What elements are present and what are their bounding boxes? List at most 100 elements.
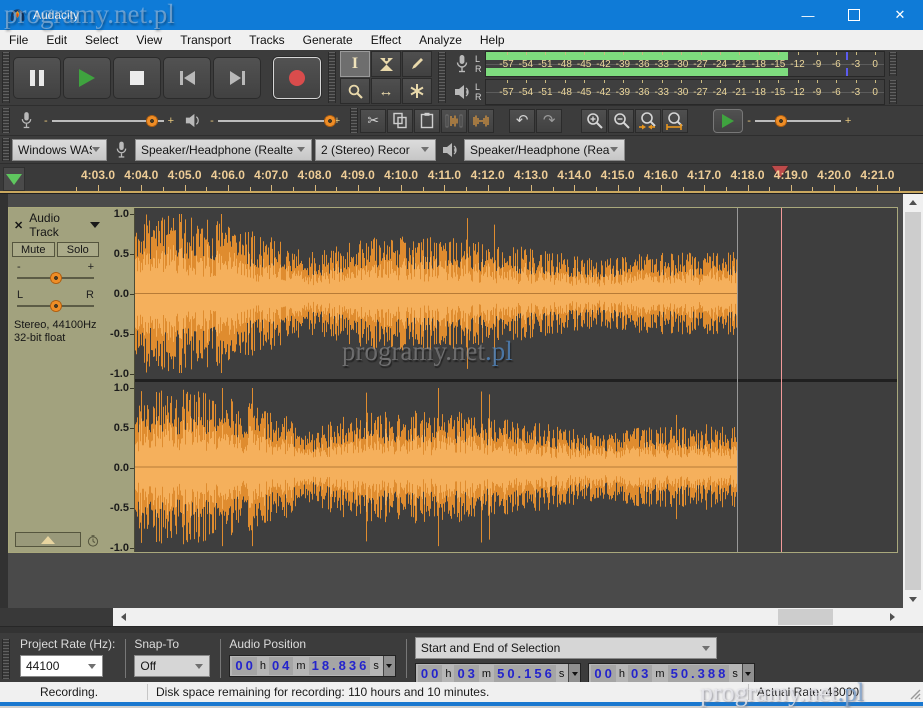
close-button[interactable]: ✕: [877, 0, 923, 30]
horizontal-scrollbar[interactable]: [113, 608, 903, 626]
recording-volume-slider[interactable]: [52, 113, 164, 129]
time-field-dropdown-button[interactable]: [383, 656, 395, 676]
waveform-channel[interactable]: [135, 382, 897, 552]
time-digits[interactable]: 00: [591, 665, 615, 683]
pan-slider[interactable]: L R: [15, 289, 96, 313]
recording-meter-bar[interactable]: -57-54-51-48-45-42-39-36-33-30-27-24-21-…: [485, 51, 885, 77]
time-field-dropdown-button[interactable]: [742, 664, 754, 684]
meter-toolbar-grip[interactable]: [438, 52, 446, 103]
pinned-play-head-button[interactable]: [3, 167, 25, 191]
trim-audio-button[interactable]: [441, 109, 467, 133]
selection-mode-select[interactable]: Start and End of Selection: [415, 637, 717, 659]
menu-item-view[interactable]: View: [127, 30, 171, 50]
time-digits[interactable]: 03: [454, 665, 478, 683]
time-digits[interactable]: 04: [269, 657, 293, 675]
play-button[interactable]: [63, 57, 111, 99]
time-digits[interactable]: 50.156: [494, 665, 556, 683]
resize-grip[interactable]: [909, 688, 921, 700]
menu-item-tracks[interactable]: Tracks: [240, 30, 294, 50]
play-at-speed-button[interactable]: [713, 109, 743, 133]
time-digits[interactable]: 50.388: [668, 665, 730, 683]
mute-button[interactable]: Mute: [12, 242, 55, 257]
gain-slider[interactable]: - +: [15, 261, 96, 285]
snap-to-select[interactable]: Off: [134, 655, 210, 677]
pan-thumb[interactable]: [50, 300, 62, 312]
audio-host-select[interactable]: Windows WASA: [12, 139, 107, 161]
waveform-channel[interactable]: [135, 208, 897, 379]
skip-to-start-button[interactable]: [163, 57, 211, 99]
envelope-tool-button[interactable]: [371, 51, 401, 77]
waveform-display[interactable]: [135, 208, 897, 552]
device-toolbar-grip[interactable]: [2, 138, 10, 161]
pause-button[interactable]: [13, 57, 61, 99]
zoom-out-button[interactable]: [608, 109, 634, 133]
vertical-scrollbar[interactable]: [903, 194, 923, 608]
playback-device-select[interactable]: Speaker/Headphone (Realte: [464, 139, 625, 161]
edit-toolbar-grip[interactable]: [350, 108, 358, 133]
scroll-right-button[interactable]: [884, 608, 901, 626]
vertical-scrollbar-thumb[interactable]: [905, 212, 921, 590]
time-field-dropdown-button[interactable]: [568, 664, 580, 684]
menu-item-effect[interactable]: Effect: [362, 30, 410, 50]
recording-device-select[interactable]: Speaker/Headphone (Realte: [135, 139, 312, 161]
play-speed-slider[interactable]: [755, 113, 841, 129]
undo-button[interactable]: ↶: [509, 109, 535, 133]
scroll-up-button[interactable]: [903, 194, 923, 211]
track-menu-dropdown-icon[interactable]: [90, 222, 100, 228]
time-digits[interactable]: 03: [628, 665, 652, 683]
track-collapse-button[interactable]: [15, 532, 81, 547]
recording-meter-grip[interactable]: [889, 52, 897, 76]
selection-tool-button[interactable]: I: [340, 51, 370, 77]
gain-thumb[interactable]: [50, 272, 62, 284]
playback-meter[interactable]: LR -57-54-51-48-45-42-39-36-33-30-27-24-…: [450, 79, 899, 105]
project-rate-select[interactable]: 44100: [20, 655, 103, 677]
menu-item-analyze[interactable]: Analyze: [410, 30, 471, 50]
copy-button[interactable]: [387, 109, 413, 133]
fit-project-button[interactable]: [662, 109, 688, 133]
recording-meter-mic-button[interactable]: [450, 51, 474, 77]
time-shift-tool-button[interactable]: ↔: [371, 78, 401, 104]
menu-item-transport[interactable]: Transport: [171, 30, 240, 50]
tools-toolbar-grip[interactable]: [328, 52, 336, 103]
audio-position-field[interactable]: 00h04m18.836s: [229, 655, 396, 677]
playback-meter-grip[interactable]: [889, 80, 897, 104]
recording-meter[interactable]: LR -57-54-51-48-45-42-39-36-33-30-27-24-…: [450, 51, 899, 77]
vertical-ruler[interactable]: 1.00.50.0-0.5-1.01.00.50.0-0.5-1.0: [102, 208, 135, 552]
redo-button[interactable]: ↷: [536, 109, 562, 133]
silence-audio-button[interactable]: [468, 109, 494, 133]
menu-item-edit[interactable]: Edit: [37, 30, 76, 50]
time-digits[interactable]: 00: [418, 665, 442, 683]
horizontal-scrollbar-thumb[interactable]: [778, 609, 833, 625]
timeline-ruler[interactable]: 4:03.04:04.04:05.04:06.04:07.04:08.04:09…: [0, 164, 923, 194]
playback-meter-bar[interactable]: -57-54-51-48-45-42-39-36-33-30-27-24-21-…: [485, 79, 885, 105]
minimize-button[interactable]: —: [785, 0, 831, 30]
track-title[interactable]: Audio Track: [27, 211, 86, 239]
menu-item-file[interactable]: File: [0, 30, 37, 50]
selection-toolbar-grip[interactable]: [2, 639, 10, 679]
record-button[interactable]: [273, 57, 321, 99]
skip-to-end-button[interactable]: [213, 57, 261, 99]
recording-channels-select[interactable]: 2 (Stereo) Recor: [315, 139, 436, 161]
menu-item-generate[interactable]: Generate: [294, 30, 362, 50]
playback-volume-slider[interactable]: [218, 113, 330, 129]
time-digits[interactable]: 18.836: [309, 657, 371, 675]
cut-button[interactable]: ✂: [360, 109, 386, 133]
maximize-button[interactable]: [831, 0, 877, 30]
play-speed-thumb[interactable]: [775, 115, 787, 127]
multi-tool-button[interactable]: [402, 78, 432, 104]
playback-volume-thumb[interactable]: [324, 115, 336, 127]
scroll-down-button[interactable]: [903, 591, 923, 608]
solo-button[interactable]: Solo: [57, 242, 100, 257]
time-digits[interactable]: 00: [232, 657, 256, 675]
menu-item-help[interactable]: Help: [471, 30, 514, 50]
transport-toolbar-grip[interactable]: [2, 52, 10, 103]
track-close-button[interactable]: ✕: [13, 219, 27, 232]
playback-meter-speaker-button[interactable]: [450, 79, 474, 105]
recording-volume-thumb[interactable]: [146, 115, 158, 127]
fit-selection-button[interactable]: [635, 109, 661, 133]
mixer-toolbar-grip[interactable]: [2, 108, 10, 133]
scroll-left-button[interactable]: [115, 608, 132, 626]
zoom-tool-button[interactable]: [340, 78, 370, 104]
draw-tool-button[interactable]: [402, 51, 432, 77]
menu-item-select[interactable]: Select: [76, 30, 127, 50]
